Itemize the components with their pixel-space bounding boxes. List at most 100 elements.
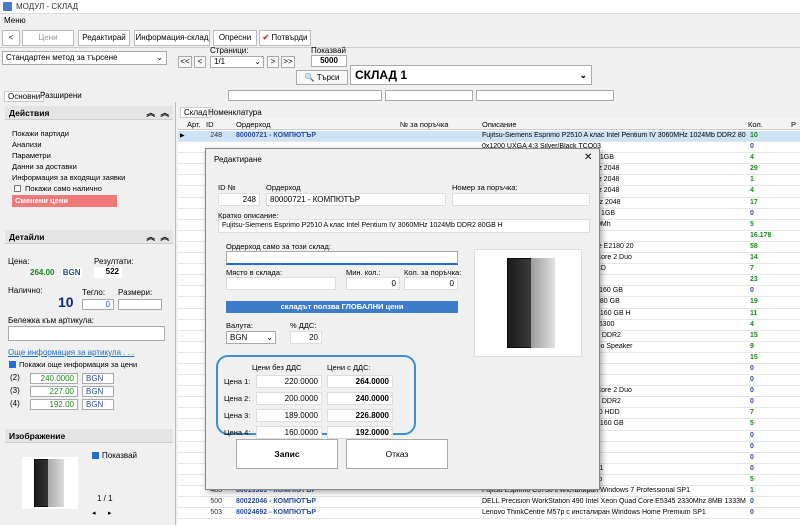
col-header[interactable]: Арт. xyxy=(187,120,201,129)
search-method-select[interactable]: Стандартен метод за търсене ⌄ xyxy=(2,51,167,65)
po-field[interactable] xyxy=(452,193,590,206)
prev-page-button[interactable]: < xyxy=(194,56,206,68)
collapse-icon[interactable]: ︽ xyxy=(146,106,155,120)
changed-prices-label: Сменени цени xyxy=(15,196,68,205)
no-vat-header: Цени без ДДС xyxy=(252,363,302,372)
changed-prices-badge[interactable]: Сменени цени xyxy=(12,195,117,207)
note-field[interactable] xyxy=(8,326,165,341)
order-only-label: Ордерход само за този склад: xyxy=(226,242,331,251)
edit-dialog: Редактиране ✕ ID № 248 Ордерход 80000721… xyxy=(205,148,600,490)
short-desc-field[interactable]: Fujitsu-Siemens Esprimo P2510 A клас Int… xyxy=(218,219,590,233)
tab-basic[interactable]: Основни xyxy=(4,91,45,102)
id-field[interactable]: 248 xyxy=(218,193,260,206)
row-quantity: 0 xyxy=(750,387,754,395)
shown-count-input[interactable]: 5000 xyxy=(311,55,347,67)
price-with-vat-field[interactable]: 192.0000 xyxy=(327,426,393,439)
price-row-index: (3) xyxy=(10,386,20,395)
back-button[interactable]: < xyxy=(2,30,20,46)
table-row[interactable]: ▶ 248 80000721 - КОМПЮТЪР Fujitsu-Siemens E… xyxy=(178,131,800,143)
refresh-button[interactable]: Опресни xyxy=(213,30,257,46)
action-delivery-data[interactable]: Данни за доставки xyxy=(12,161,125,172)
edit-button[interactable]: Редактирай xyxy=(78,30,130,46)
price-with-vat-field[interactable]: 226.8000 xyxy=(327,409,393,422)
weight-value: 0 xyxy=(82,299,114,310)
confirm-label: Потвърди xyxy=(271,33,308,42)
vat-field[interactable]: 20 xyxy=(290,331,322,344)
action-incoming-orders[interactable]: Информация за входящи заявки xyxy=(12,172,125,183)
price-row: (3) 227.00 BGN xyxy=(10,386,114,399)
row-quantity: 7 xyxy=(750,265,754,273)
next-image-icon[interactable]: ▸ xyxy=(108,509,112,517)
global-prices-banner: складът ползва ГЛОБАЛНИ цени xyxy=(226,301,458,313)
place-field[interactable] xyxy=(226,277,336,290)
close-icon[interactable]: ✕ xyxy=(584,152,592,163)
action-show-batches[interactable]: Покажи партиди xyxy=(12,128,125,139)
price-with-vat-field[interactable]: 240.0000 xyxy=(327,392,393,405)
col-header[interactable]: Кол. xyxy=(748,120,763,129)
stock-value: 10 xyxy=(58,294,74,310)
table-row[interactable]: 503 80024692 - КОМПЮТЪР Lenovo ThinkCentre… xyxy=(178,508,800,520)
search-button-label: Търси xyxy=(316,73,340,82)
col-header[interactable]: Ордерход xyxy=(236,120,271,129)
last-page-button[interactable]: >> xyxy=(281,56,295,68)
filter-field[interactable] xyxy=(228,90,382,101)
col-header[interactable]: Описание xyxy=(482,120,517,129)
table-row[interactable]: 500 80022046 - КОМПЮТЪР DELL Precision Wor… xyxy=(178,497,800,509)
show-more-prices-checkbox[interactable] xyxy=(9,361,16,368)
warehouse-select[interactable]: СКЛАД 1 ⌄ xyxy=(350,65,592,85)
filter-field[interactable] xyxy=(385,90,473,101)
pin-icon[interactable]: ︽ xyxy=(160,106,169,120)
action-analyses[interactable]: Анализи xyxy=(12,139,125,150)
splitter[interactable] xyxy=(175,102,176,525)
row-quantity: 0 xyxy=(750,453,754,461)
tab-nomenclature[interactable]: Номенклатура xyxy=(208,108,262,117)
search-button[interactable]: 🔍 Търси xyxy=(296,70,348,85)
actions-header: Действия ︽ ︽ xyxy=(5,106,173,120)
menu-item[interactable]: Меню xyxy=(4,16,26,25)
price-value: 264.00 BGN xyxy=(30,268,83,277)
more-info-link[interactable]: Още информация за артикула . . . xyxy=(8,348,134,357)
currency-value: BGN xyxy=(230,333,248,342)
confirm-button[interactable]: ✔ Потвърди xyxy=(259,30,311,46)
row-quantity: 0 xyxy=(750,431,754,439)
image-header: Изображение xyxy=(5,429,173,443)
price-with-vat-field[interactable]: 264.0000 xyxy=(327,375,393,388)
price-no-vat-field[interactable]: 160.0000 xyxy=(256,426,322,439)
global-prices-text: складът ползва ГЛОБАЛНИ цени xyxy=(280,302,404,311)
row-quantity: 5 xyxy=(750,475,754,483)
min-qty-field[interactable]: 0 xyxy=(346,277,400,290)
pin-icon[interactable]: ︽ xyxy=(160,230,169,244)
po-qty-field[interactable]: 0 xyxy=(404,277,458,290)
col-header[interactable]: № за поръчка xyxy=(400,120,448,129)
dialog-price-label: Цена 3: xyxy=(224,411,251,420)
page-select[interactable]: 1/1 ⌄ xyxy=(210,56,264,68)
tab-warehouse[interactable]: Склад xyxy=(180,107,212,118)
image-title: Изображение xyxy=(9,431,66,441)
order-field[interactable]: 80000721 - КОМПЮТЪР xyxy=(266,193,446,206)
next-page-button[interactable]: > xyxy=(267,56,279,68)
tab-extended[interactable]: Разширени xyxy=(40,91,82,100)
cancel-button[interactable]: Отказ xyxy=(346,439,448,469)
row-quantity: 0 xyxy=(750,364,754,372)
filter-field[interactable] xyxy=(476,90,614,101)
first-page-button[interactable]: << xyxy=(178,56,192,68)
collapse-icon[interactable]: ︽ xyxy=(146,230,155,244)
price-no-vat-field[interactable]: 220.0000 xyxy=(256,375,322,388)
actions-title: Действия xyxy=(9,108,50,118)
only-stock-checkbox[interactable] xyxy=(14,185,21,192)
only-stock-label: Покажи само налично xyxy=(25,184,102,193)
with-vat-header: Цени с ДДС: xyxy=(327,363,371,372)
show-image-checkbox[interactable] xyxy=(92,452,99,459)
prices-button[interactable]: Цени xyxy=(22,30,74,46)
row-quantity: 9 xyxy=(750,342,754,350)
col-header[interactable]: Р xyxy=(791,120,796,129)
col-header[interactable]: ID xyxy=(206,120,214,129)
prev-image-icon[interactable]: ◂ xyxy=(92,509,96,517)
info-stock-button[interactable]: Информация-склад xyxy=(134,30,210,46)
order-only-field[interactable] xyxy=(226,251,458,265)
price-no-vat-field[interactable]: 200.0000 xyxy=(256,392,322,405)
save-button[interactable]: Запис xyxy=(236,439,338,469)
action-parameters[interactable]: Параметри xyxy=(12,150,125,161)
currency-select[interactable]: BGN ⌄ xyxy=(226,331,276,344)
price-no-vat-field[interactable]: 189.0000 xyxy=(256,409,322,422)
